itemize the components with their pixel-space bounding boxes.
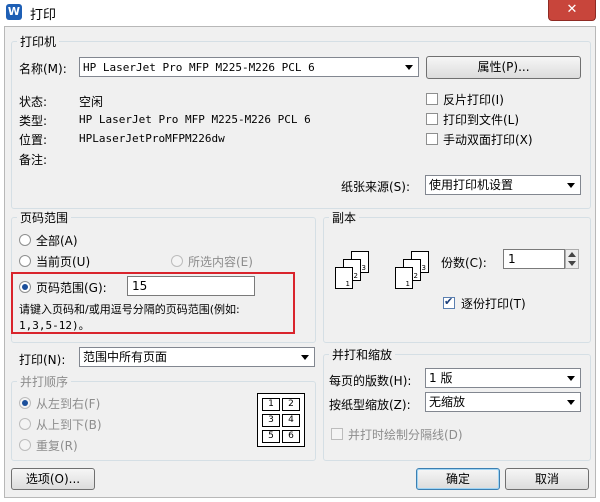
- chevron-down-icon: [567, 183, 575, 188]
- collated-pages-icon: 3 2 1: [391, 251, 437, 309]
- radio-left-to-right-label: 从左到右(F): [36, 397, 101, 411]
- zoom-group-label: 并打和缩放: [329, 346, 396, 363]
- type-label: 类型:: [19, 114, 48, 128]
- stack-page-1: 1: [395, 267, 413, 289]
- radio-pages[interactable]: [19, 281, 31, 293]
- manual-duplex-label: 手动双面打印(X): [443, 133, 533, 147]
- copies-label: 副本: [329, 209, 360, 226]
- paper-source-value: 使用打印机设置: [429, 178, 514, 192]
- spin-up-icon[interactable]: [568, 252, 576, 257]
- window-title: 打印: [30, 8, 57, 23]
- layout-preview-icon: 1 2 3 4 5 6: [257, 393, 305, 447]
- scale-label: 按纸型缩放(Z):: [329, 398, 411, 412]
- collate-checkbox[interactable]: ✔: [443, 295, 455, 309]
- layout-cell-5: 5: [262, 430, 280, 443]
- print-to-file-label: 打印到文件(L): [443, 113, 520, 127]
- check-icon: ✔: [444, 295, 454, 308]
- dialog-body: 打印机 名称(M): HP LaserJet Pro MFP M225-M226…: [4, 26, 596, 498]
- status-label: 状态:: [19, 95, 48, 109]
- type-value: HP LaserJet Pro MFP M225-M226 PCL 6: [79, 113, 311, 126]
- radio-repeat[interactable]: [19, 439, 31, 451]
- radio-selection-label: 所选内容(E): [188, 255, 253, 269]
- page-range-hint: 请键入页码和/或用逗号分隔的页码范围(例如:: [19, 303, 240, 316]
- radio-pages-label: 页码范围(G):: [36, 281, 107, 295]
- radio-current-page[interactable]: [19, 255, 31, 267]
- layout-cell-1: 1: [262, 398, 280, 411]
- title-bar: W 打印 ✕: [0, 0, 600, 26]
- chevron-down-icon: [405, 65, 413, 70]
- copies-spinner[interactable]: [565, 249, 579, 269]
- layout-cell-2: 2: [282, 398, 300, 411]
- location-label: 位置:: [19, 133, 48, 147]
- print-what-label: 打印(N):: [19, 353, 66, 367]
- draw-separator-checkbox[interactable]: [331, 428, 343, 440]
- order-group-label: 并打顺序: [17, 373, 72, 390]
- print-what-value: 范围中所有页面: [83, 350, 168, 364]
- layout-cell-4: 4: [282, 414, 300, 427]
- reverse-print-label: 反片打印(I): [443, 93, 504, 107]
- printer-name-value: HP LaserJet Pro MFP M225-M226 PCL 6: [83, 61, 315, 74]
- page-range-hint-example: 1,3,5-12)。: [19, 319, 90, 332]
- pages-per-sheet-select[interactable]: 1 版: [425, 368, 581, 388]
- uncollated-pages-icon: 3 2 1: [331, 251, 377, 309]
- radio-top-to-bottom[interactable]: [19, 418, 31, 430]
- print-to-file-checkbox[interactable]: [426, 113, 438, 125]
- chevron-down-icon: [567, 400, 575, 405]
- layout-cell-6: 6: [282, 430, 300, 443]
- radio-all-label: 全部(A): [36, 234, 78, 248]
- options-button[interactable]: 选项(O)...: [11, 468, 95, 490]
- manual-duplex-checkbox[interactable]: [426, 133, 438, 145]
- radio-current-page-label: 当前页(U): [36, 255, 91, 269]
- radio-top-to-bottom-label: 从上到下(B): [36, 418, 102, 432]
- print-what-select[interactable]: 范围中所有页面: [79, 347, 315, 367]
- radio-repeat-label: 重复(R): [36, 439, 78, 453]
- collate-label: 逐份打印(T): [461, 297, 526, 311]
- stack-page-1: 1: [335, 267, 353, 289]
- chevron-down-icon: [567, 376, 575, 381]
- scale-select[interactable]: 无缩放: [425, 392, 581, 412]
- copies-count-input[interactable]: 1: [503, 249, 565, 269]
- printer-group-label: 打印机: [17, 33, 60, 50]
- pages-per-sheet-label: 每页的版数(H):: [329, 374, 412, 388]
- radio-all[interactable]: [19, 234, 31, 246]
- scale-value: 无缩放: [429, 395, 466, 409]
- printer-name-label: 名称(M):: [19, 62, 67, 76]
- layout-cell-3: 3: [262, 414, 280, 427]
- close-icon[interactable]: ✕: [548, 0, 596, 21]
- draw-separator-label: 并打时绘制分隔线(D): [348, 428, 463, 442]
- paper-source-label: 纸张来源(S):: [341, 180, 411, 194]
- pages-per-sheet-value: 1 版: [429, 371, 453, 385]
- reverse-print-checkbox[interactable]: [426, 93, 438, 105]
- comment-label: 备注:: [19, 153, 48, 167]
- cancel-button[interactable]: 取消: [505, 468, 589, 490]
- status-value: 空闲: [79, 95, 104, 109]
- ok-button[interactable]: 确定: [416, 468, 500, 490]
- location-value: HPLaserJetProMFPM226dw: [79, 132, 225, 145]
- chevron-down-icon: [301, 355, 309, 360]
- page-range-input[interactable]: 15: [127, 276, 255, 296]
- wps-writer-icon: W: [6, 4, 22, 20]
- spin-down-icon[interactable]: [568, 261, 576, 266]
- page-range-label: 页码范围: [17, 209, 72, 226]
- printer-name-select[interactable]: HP LaserJet Pro MFP M225-M226 PCL 6: [79, 57, 419, 77]
- copies-count-label: 份数(C):: [441, 256, 487, 270]
- properties-button[interactable]: 属性(P)...: [426, 56, 581, 79]
- paper-source-select[interactable]: 使用打印机设置: [425, 175, 581, 195]
- radio-left-to-right[interactable]: [19, 397, 31, 409]
- radio-selection[interactable]: [171, 255, 183, 267]
